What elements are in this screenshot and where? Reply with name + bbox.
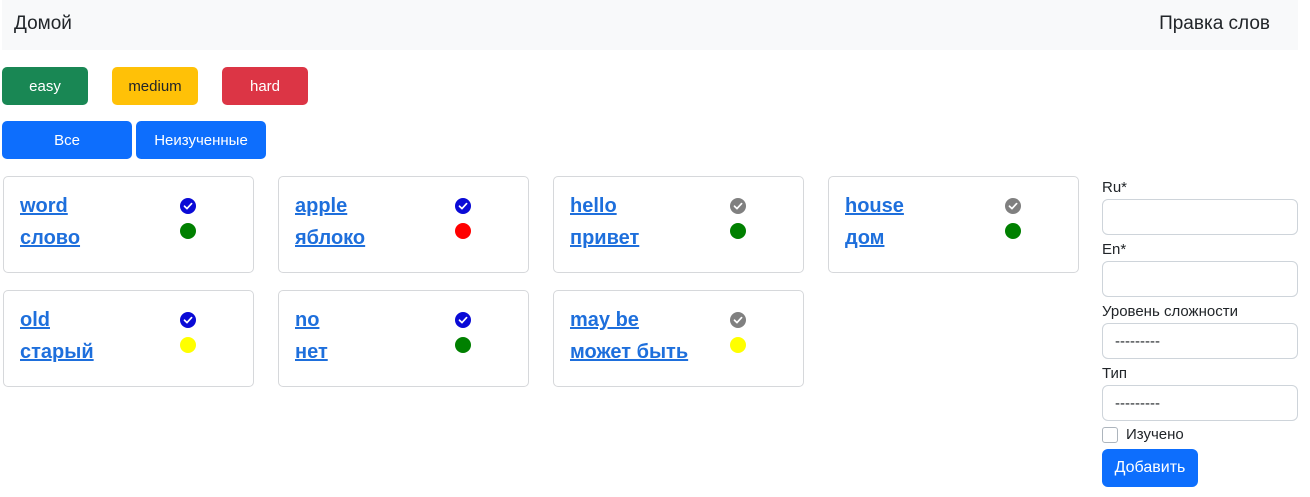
word-en-link[interactable]: hello: [570, 195, 617, 218]
word-card: word слово: [3, 176, 254, 273]
level-field-label: Уровень сложности: [1102, 303, 1238, 320]
navbar: Домой Правка слов: [2, 0, 1298, 50]
learned-check-icon[interactable]: [455, 198, 471, 214]
word-ru-link[interactable]: яблоко: [295, 227, 365, 250]
word-card: may be может быть: [553, 290, 804, 387]
word-ru-link[interactable]: может быть: [570, 341, 688, 364]
difficulty-dot-icon: [455, 223, 471, 239]
word-ru-link[interactable]: привет: [570, 227, 639, 250]
ru-field-label: Ru*: [1102, 179, 1128, 196]
word-card: hello привет: [553, 176, 804, 273]
type-field-label: Тип: [1102, 365, 1128, 382]
word-ru-link[interactable]: нет: [295, 341, 328, 364]
filter-medium-button[interactable]: medium: [112, 67, 198, 105]
filter-unlearned-button[interactable]: Неизученные: [136, 121, 266, 159]
word-en-link[interactable]: word: [20, 195, 68, 218]
difficulty-dot-icon: [180, 223, 196, 239]
learned-check-icon[interactable]: [180, 198, 196, 214]
difficulty-dot-icon: [730, 223, 746, 239]
filter-all-button[interactable]: Все: [2, 121, 132, 159]
difficulty-dot-icon: [1005, 223, 1021, 239]
learned-checkbox-label: Изучено: [1126, 426, 1184, 443]
word-en-link[interactable]: old: [20, 309, 50, 332]
ru-input[interactable]: [1102, 199, 1298, 235]
word-card: old старый: [3, 290, 254, 387]
filter-hard-button[interactable]: hard: [222, 67, 308, 105]
nav-edit-words-link[interactable]: Правка слов: [1159, 13, 1270, 35]
difficulty-dot-icon: [730, 337, 746, 353]
word-en-link[interactable]: may be: [570, 309, 639, 332]
word-ru-link[interactable]: старый: [20, 341, 94, 364]
difficulty-dot-icon: [180, 337, 196, 353]
level-select-value: ---------: [1115, 332, 1160, 350]
word-ru-link[interactable]: слово: [20, 227, 80, 250]
word-card: house дом: [828, 176, 1079, 273]
nav-home-link[interactable]: Домой: [14, 13, 72, 35]
difficulty-dot-icon: [455, 337, 471, 353]
en-input[interactable]: [1102, 261, 1298, 297]
word-en-link[interactable]: house: [845, 195, 904, 218]
learned-check-icon[interactable]: [180, 312, 196, 328]
not-learned-check-icon[interactable]: [1005, 198, 1021, 214]
not-learned-check-icon[interactable]: [730, 198, 746, 214]
word-ru-link[interactable]: дом: [845, 227, 884, 250]
type-select-value: ---------: [1115, 394, 1160, 412]
word-en-link[interactable]: no: [295, 309, 319, 332]
en-field-label: En*: [1102, 241, 1127, 258]
learned-checkbox[interactable]: [1102, 427, 1118, 443]
level-select[interactable]: ---------: [1102, 323, 1298, 359]
word-card: apple яблоко: [278, 176, 529, 273]
filter-easy-button[interactable]: easy: [2, 67, 88, 105]
add-word-button[interactable]: Добавить: [1102, 449, 1198, 487]
type-select[interactable]: ---------: [1102, 385, 1298, 421]
word-en-link[interactable]: apple: [295, 195, 347, 218]
not-learned-check-icon[interactable]: [730, 312, 746, 328]
word-card: no нет: [278, 290, 529, 387]
learned-check-icon[interactable]: [455, 312, 471, 328]
